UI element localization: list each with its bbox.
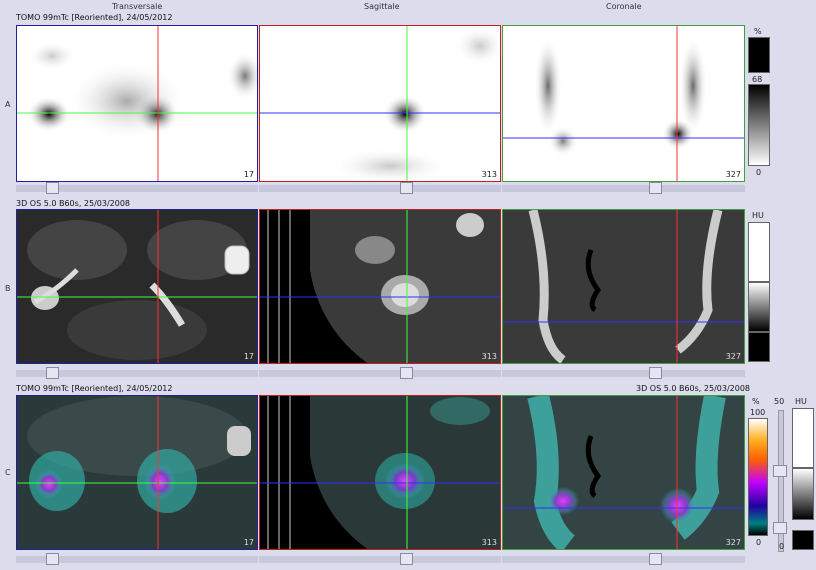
slice-scrollbar-b-transversale[interactable] [16,367,258,379]
row-a-series-info: TOMO 99mTc [Reoriented], 24/05/2012 [16,13,173,22]
slice-number: 313 [481,170,497,179]
colorbar-c-ct[interactable] [792,468,814,520]
slice-number: 17 [243,538,254,547]
colorbar-c-ct-top[interactable] [792,408,814,468]
slice-number: 17 [243,352,254,361]
row-b-series-info: 3D OS 5.0 B60s, 25/03/2008 [16,199,131,208]
row-c-series-info-ct: 3D OS 5.0 B60s, 25/03/2008 [635,384,750,393]
colorbar-a[interactable] [748,84,770,166]
viewport-c-coronale[interactable]: 327 [502,395,745,550]
spect-sagittale-image [260,26,500,181]
fusion-sagittale-image [260,396,500,549]
scroll-thumb[interactable] [649,553,662,565]
viewport-a-sagittale[interactable]: 313 [259,25,501,182]
scale-a-min: 0 [756,168,762,177]
slice-scrollbar-c-coronale[interactable] [502,553,745,565]
scroll-thumb[interactable] [400,367,413,379]
row-label-a: A [5,100,11,109]
scroll-thumb[interactable] [400,553,413,565]
slice-number: 327 [725,538,741,547]
slice-number: 17 [243,170,254,179]
viewport-b-coronale[interactable]: 327 [502,209,745,364]
opacity-mid-label: 50 [774,397,785,406]
scale-c-ct-unit: HU [795,397,807,406]
column-header-transversale: Transversale [112,2,163,11]
slice-scrollbar-a-sagittale[interactable] [259,182,501,194]
slice-scrollbar-c-transversale[interactable] [16,553,258,565]
scale-c-min: 0 [756,538,762,547]
scale-b-unit: HU [752,211,764,220]
scroll-thumb[interactable] [46,367,59,379]
slice-scrollbar-a-transversale[interactable] [16,182,258,194]
slice-number: 327 [725,170,741,179]
spect-coronale-image [503,26,744,181]
row-label-b: B [5,284,11,293]
column-header-sagittale: Sagittale [364,2,400,11]
spect-transversale-image [17,26,257,181]
colorbar-b-bottom[interactable] [748,332,770,362]
slice-number: 313 [481,538,497,547]
slice-number: 313 [481,352,497,361]
scroll-thumb[interactable] [649,182,662,194]
viewport-a-transversale[interactable]: 17 [16,25,258,182]
slice-scrollbar-b-sagittale[interactable] [259,367,501,379]
fusion-coronale-image [503,396,744,549]
row-c-series-info: TOMO 99mTc [Reoriented], 24/05/2012 [16,384,173,393]
viewport-c-sagittale[interactable]: 313 [259,395,501,550]
column-header-coronale: Coronale [606,2,642,11]
viewport-b-sagittale[interactable]: 313 [259,209,501,364]
row-label-c: C [5,468,11,477]
fusion-transversale-image [17,396,257,549]
ct-sagittale-image [260,210,500,363]
scroll-thumb[interactable] [649,367,662,379]
colorbar-c-ct-bottom[interactable] [792,530,814,550]
scale-a-unit: % [754,27,762,36]
slice-scrollbar-a-coronale[interactable] [502,182,745,194]
opacity-slider-thumb-lower[interactable] [773,522,787,534]
scale-c-unit: % [752,397,760,406]
ct-transversale-image [17,210,257,363]
scale-c-ct-min: 0 [779,542,785,551]
slice-scrollbar-c-sagittale[interactable] [259,553,501,565]
scale-c-max: 100 [750,408,766,417]
scroll-thumb[interactable] [400,182,413,194]
colorbar-a-top[interactable] [748,37,770,73]
ct-coronale-image [503,210,744,363]
opacity-slider-thumb[interactable] [773,465,787,477]
scale-a-max: 68 [752,75,763,84]
viewport-b-transversale[interactable]: 17 [16,209,258,364]
viewport-c-transversale[interactable]: 17 [16,395,258,550]
slice-scrollbar-b-coronale[interactable] [502,367,745,379]
colorbar-b-top[interactable] [748,222,770,282]
colorbar-c-pet[interactable] [748,418,768,536]
slice-number: 327 [725,352,741,361]
scroll-thumb[interactable] [46,553,59,565]
colorbar-b[interactable] [748,282,770,332]
scroll-thumb[interactable] [46,182,59,194]
viewport-a-coronale[interactable]: 327 [502,25,745,182]
